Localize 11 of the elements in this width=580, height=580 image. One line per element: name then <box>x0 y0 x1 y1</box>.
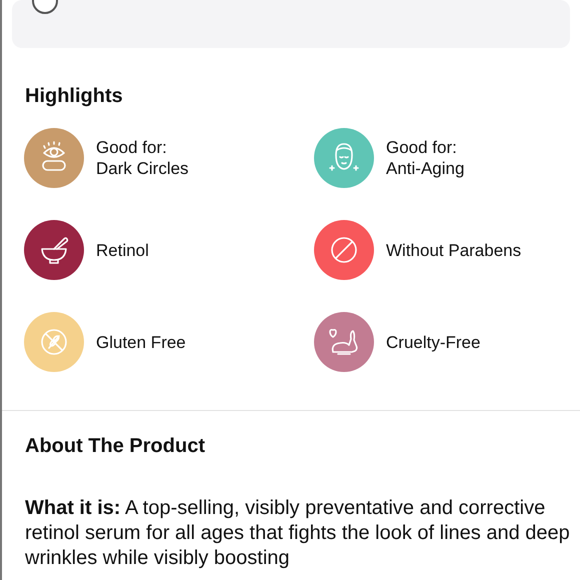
highlight-label: Gluten Free <box>96 332 186 352</box>
section-title: About The Product <box>25 435 206 458</box>
product-description: What it is: A top-selling, visibly preventative and corrective retinol serum for all ages that fights the look of lines and deep wrinkles while visibly boosting <box>25 496 570 571</box>
highlight-label: Retinol <box>96 240 149 260</box>
highlight-label: Without Parabens <box>386 240 522 260</box>
highlight-label: Good for: <box>386 137 458 158</box>
highlight-label: Anti-Aging <box>386 158 464 179</box>
highlight-label: Dark Circles <box>96 158 189 179</box>
section-title: Highlights <box>25 85 124 108</box>
highlight-label: Good for: <box>96 137 168 158</box>
highlight-label: Cruelty-Free <box>386 332 480 352</box>
